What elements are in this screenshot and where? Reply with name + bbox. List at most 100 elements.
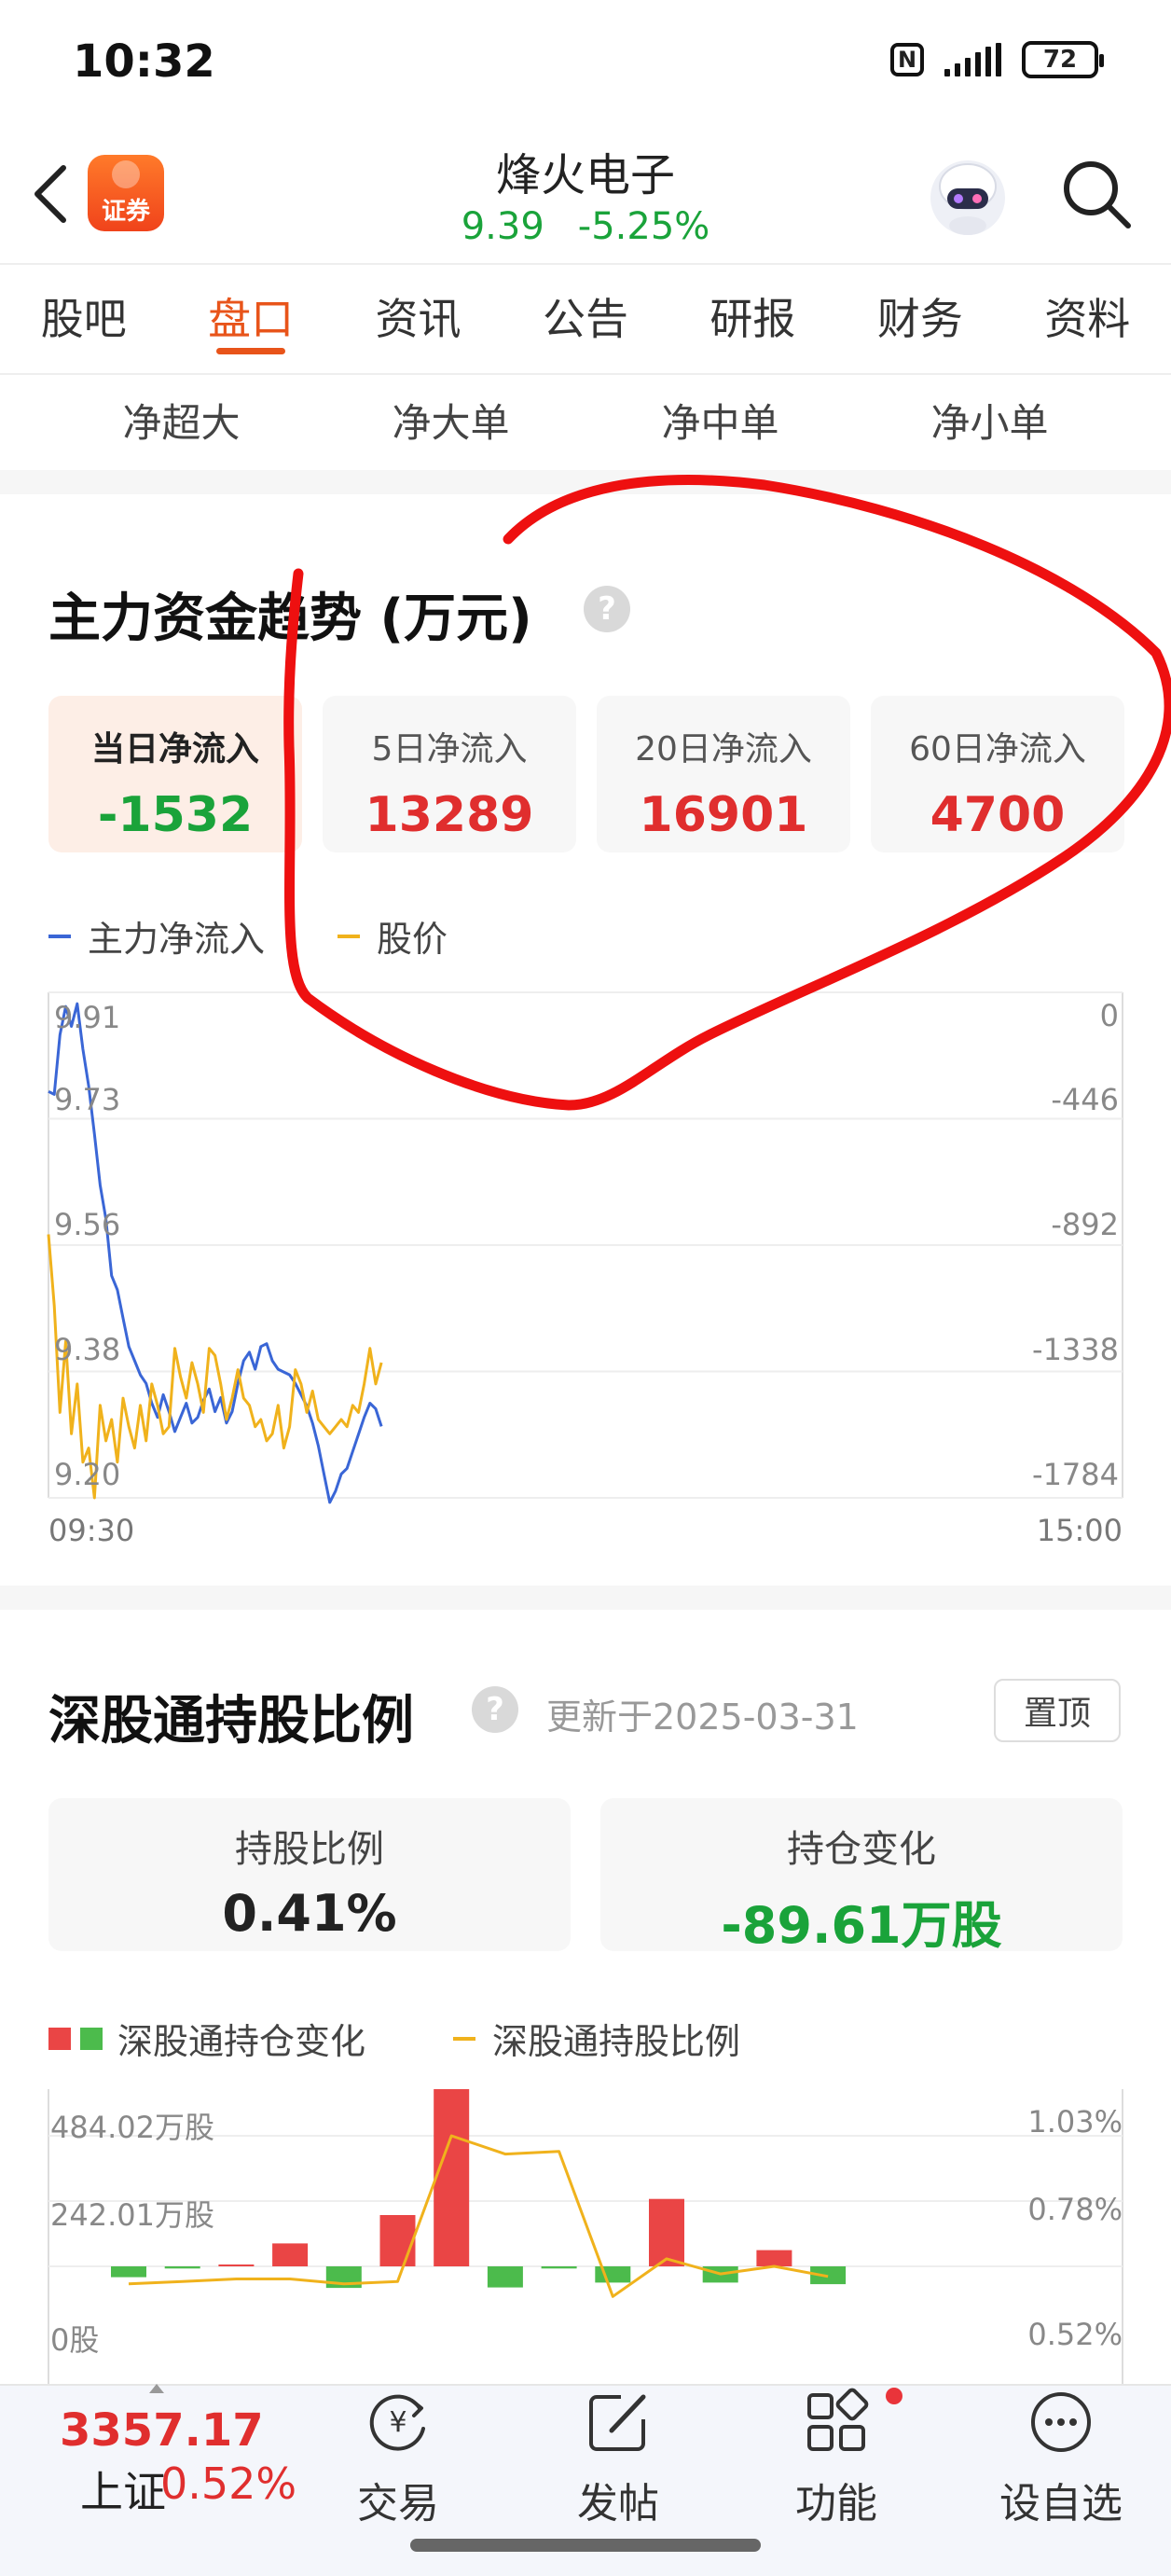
flow-card-value: -1532	[97, 787, 254, 843]
flow-card-60d[interactable]: 60日净流入 4700	[871, 696, 1124, 852]
tab-bar: 股吧 盘口 资讯 公告 研报 财务 资料	[0, 265, 1171, 373]
signal-icon	[944, 43, 1001, 76]
y-tick-right: 1.03%	[1027, 2104, 1123, 2140]
flow-card-value: 13289	[365, 787, 534, 843]
tab-guba[interactable]: 股吧	[0, 265, 167, 373]
legend-red-swatch	[48, 2027, 71, 2050]
legend-swatch	[338, 934, 360, 938]
flow-card-value: 16901	[639, 787, 808, 843]
robot-avatar-icon[interactable]	[923, 151, 1013, 241]
sgt-bar	[595, 2266, 631, 2283]
nav-label: 设自选	[999, 2480, 1123, 2528]
legend-swatch	[48, 934, 71, 938]
nav-post[interactable]: 发帖	[548, 2388, 688, 2529]
y-tick-left: 9.56	[54, 1207, 121, 1242]
flow-card-label: 20日净流入	[635, 730, 812, 769]
y-tick-right: 0	[1099, 998, 1119, 1033]
legend-label: 深股通持股比例	[492, 2021, 741, 2062]
main-flow-chart	[47, 991, 1123, 1504]
pin-button[interactable]: 置顶	[994, 1679, 1121, 1742]
legend-label: 主力净流入	[88, 919, 266, 960]
main-flow-help-icon[interactable]: ?	[584, 586, 630, 632]
y-tick-left: 9.20	[54, 1457, 121, 1492]
trade-icon: ¥	[369, 2394, 425, 2451]
notification-dot	[886, 2388, 902, 2404]
tab-profile[interactable]: 资料	[1004, 265, 1171, 373]
sgt-title: 深股通持股比例	[48, 1691, 414, 1752]
y-tick-left: 9.73	[54, 1082, 121, 1117]
legend-green-swatch	[80, 2027, 103, 2050]
legend-label: 深股通持仓变化	[117, 2021, 366, 2062]
sgt-bar	[218, 2264, 255, 2266]
sgt-bar	[649, 2198, 684, 2266]
flow-card-value: 4700	[930, 787, 1066, 843]
holding-ratio-label: 持股比例	[235, 1828, 384, 1871]
flow-card-20d[interactable]: 20日净流入 16901	[597, 696, 850, 852]
tab-finance[interactable]: 财务	[836, 265, 1003, 373]
y-tick-right: 0.78%	[1027, 2192, 1123, 2227]
stock-price: 9.39	[461, 205, 544, 248]
flow-card-5d[interactable]: 5日净流入 13289	[323, 696, 576, 852]
index-value[interactable]: 3357.17	[60, 2404, 264, 2457]
subtab-small[interactable]: 净小单	[855, 377, 1124, 470]
tab-pankou[interactable]: 盘口	[167, 265, 334, 373]
y-tick-left: 9.91	[54, 1000, 121, 1035]
grid-apps-icon	[807, 2388, 869, 2451]
subtab-medium[interactable]: 净中单	[586, 377, 855, 470]
tab-news[interactable]: 资讯	[335, 265, 502, 373]
sgt-help-icon[interactable]: ?	[472, 1686, 518, 1733]
sgt-update-date: 更新于2025-03-31	[546, 1697, 859, 1738]
sgt-bar	[434, 2089, 470, 2266]
y-tick-right: -892	[1051, 1207, 1119, 1242]
y-tick-left: 242.01万股	[50, 2197, 214, 2233]
stock-change-pct: -5.25%	[577, 205, 710, 248]
home-indicator[interactable]	[410, 2539, 761, 2552]
section-divider	[0, 1586, 1171, 1610]
flow-card-today[interactable]: 当日净流入 -1532	[48, 696, 302, 852]
x-tick-start: 09:30	[48, 1513, 135, 1548]
y-tick-right: 0.52%	[1027, 2317, 1123, 2352]
legend-label: 股价	[377, 919, 448, 960]
tab-announcements[interactable]: 公告	[502, 265, 668, 373]
position-change-value: -89.61万股	[721, 1896, 1002, 1955]
flow-card-label: 60日净流入	[909, 730, 1086, 769]
sgt-bar	[111, 2266, 146, 2278]
legend-sgt-bar: 深股通持仓变化	[48, 2013, 365, 2064]
subtab-large[interactable]: 净大单	[316, 377, 586, 470]
main-flow-title: 主力资金趋势 (万元)	[48, 589, 532, 649]
nav-watchlist[interactable]: 设自选	[986, 2388, 1136, 2529]
nav-trade[interactable]: ¥ 交易	[328, 2388, 468, 2529]
legend-price: 股价	[338, 910, 448, 962]
status-time: 10:32	[73, 35, 215, 88]
y-tick-left: 9.38	[54, 1332, 121, 1367]
nav-functions[interactable]: 功能	[766, 2388, 906, 2529]
search-icon[interactable]	[1059, 157, 1134, 231]
legend-sgt-line: 深股通持股比例	[453, 2013, 740, 2064]
svg-text:¥: ¥	[389, 2406, 406, 2439]
nav-label: 交易	[357, 2480, 439, 2528]
edit-icon	[589, 2394, 646, 2451]
flow-card-label: 5日净流入	[371, 730, 528, 769]
legend-swatch	[453, 2036, 475, 2041]
y-tick-right: -1338	[1032, 1332, 1119, 1367]
index-name[interactable]: 上证	[80, 2458, 166, 2520]
position-change-card: 持仓变化 -89.61万股	[600, 1798, 1123, 1955]
nav-label: 发帖	[577, 2480, 659, 2528]
y-tick-left: 484.02万股	[50, 2110, 214, 2145]
holding-ratio-card: 持股比例 0.41%	[48, 1798, 571, 1951]
sgt-bar	[272, 2243, 309, 2266]
more-dots-icon	[1031, 2392, 1091, 2452]
nav-label: 功能	[795, 2480, 877, 2528]
y-tick-left: 0股	[50, 2322, 100, 2358]
x-tick-end: 15:00	[1036, 1513, 1123, 1548]
tab-research[interactable]: 研报	[669, 265, 836, 373]
sgt-bar	[164, 2266, 200, 2269]
status-icons: N 72	[890, 41, 1104, 78]
section-divider	[0, 470, 1171, 494]
battery-icon: 72	[1022, 41, 1104, 78]
nfc-icon: N	[890, 43, 924, 76]
sgt-bar	[541, 2266, 577, 2269]
sgt-bar	[487, 2266, 523, 2288]
index-change[interactable]: 0.52%	[160, 2458, 296, 2509]
subtab-super-large[interactable]: 净超大	[47, 377, 316, 470]
